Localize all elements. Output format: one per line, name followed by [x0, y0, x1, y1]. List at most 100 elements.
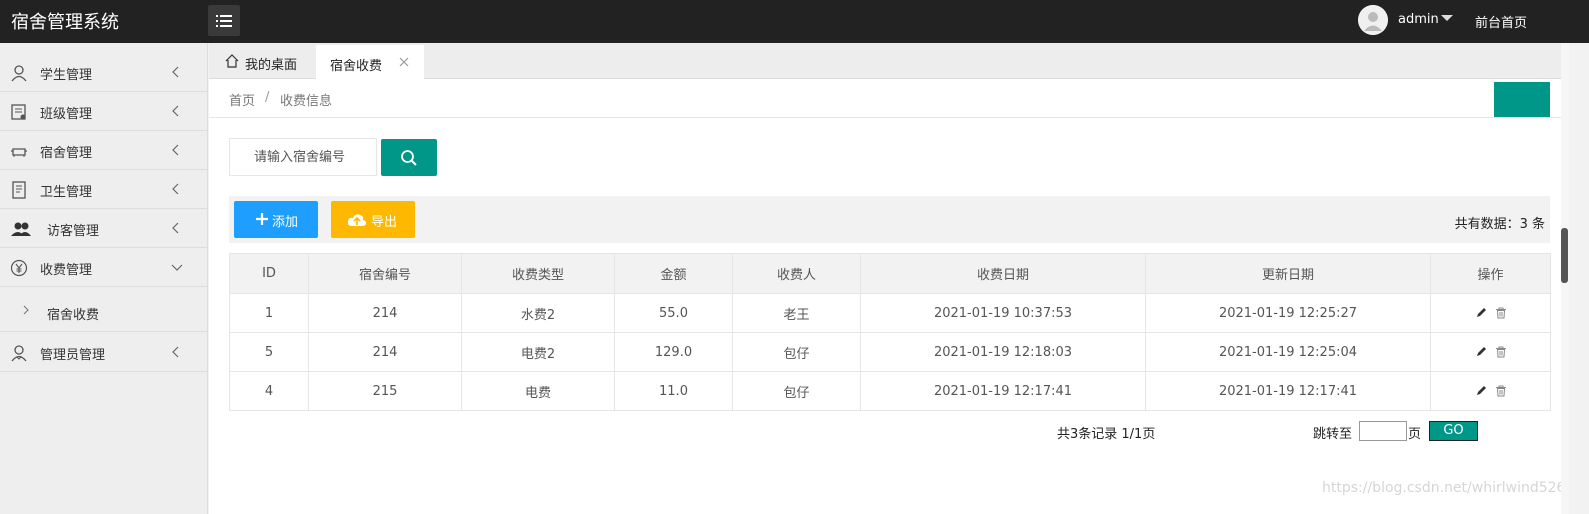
- table-header-row: ID 宿舍编号 收费类型 金额 收费人 收费日期 更新日期 操作: [229, 253, 1551, 294]
- admin-icon: [11, 345, 27, 362]
- actions-cell: [1430, 293, 1551, 333]
- tab-label: 宿舍收费: [330, 59, 383, 74]
- sidebar-item-label: 班级管理: [40, 107, 93, 122]
- go-button[interactable]: GO: [1429, 421, 1478, 441]
- sidebar-item-visitors[interactable]: 访客管理: [0, 209, 208, 248]
- app-title: 宿舍管理系统: [11, 12, 119, 33]
- sidebar-subitem-dorm-fees[interactable]: 宿舍收费: [0, 291, 208, 332]
- sidebar-item-label: 卫生管理: [40, 185, 93, 200]
- column-header: 宿舍编号: [308, 253, 462, 294]
- document-icon: [12, 181, 26, 199]
- table-cell: 215: [308, 371, 462, 411]
- table-cell: 214: [308, 293, 462, 333]
- sidebar-item-admins[interactable]: 管理员管理: [0, 333, 208, 372]
- table-cell: 11.0: [614, 371, 733, 411]
- sidebar-item-label: 管理员管理: [40, 348, 106, 363]
- sidebar-item-label: 访客管理: [47, 224, 100, 239]
- add-button-label: 添加: [272, 215, 299, 230]
- sidebar: 学生管理 班级管理 宿舍管理 卫生管理 访客管理 收费管理 宿舍收费 管理员管理: [0, 43, 208, 514]
- trash-icon[interactable]: [1495, 385, 1507, 397]
- users-icon: [11, 222, 31, 236]
- top-header: 宿舍管理系统 admin 前台首页: [0, 0, 1589, 43]
- user-icon: [11, 65, 27, 82]
- total-count: 共有数据：3 条: [1454, 217, 1545, 232]
- breadcrumb-separator: /: [265, 90, 270, 105]
- add-button[interactable]: 添加: [234, 201, 318, 238]
- table-cell: 包仔: [732, 371, 861, 411]
- table-row: 5 214 电费2 129.0 包仔 2021-01-19 12:18:03 2…: [229, 332, 1551, 372]
- sidebar-item-dorms[interactable]: 宿舍管理: [0, 131, 208, 170]
- close-icon[interactable]: [398, 56, 410, 68]
- column-header: 收费日期: [860, 253, 1146, 294]
- chevron-left-icon: [172, 66, 179, 78]
- column-header: 更新日期: [1145, 253, 1431, 294]
- tab-label: 我的桌面: [245, 58, 298, 73]
- chevron-left-icon: [172, 144, 179, 156]
- sofa-icon: [11, 148, 27, 157]
- table-cell: 214: [308, 332, 462, 372]
- sidebar-item-label: 收费管理: [40, 263, 93, 278]
- sidebar-item-classes[interactable]: 班级管理: [0, 92, 208, 131]
- table-cell: 2021-01-19 12:18:03: [860, 332, 1146, 372]
- breadcrumb-current: 收费信息: [280, 94, 333, 109]
- search-button[interactable]: [381, 139, 437, 176]
- edit-icon[interactable]: [1475, 346, 1487, 358]
- home-icon: [225, 54, 239, 68]
- table-cell: 电费: [461, 371, 615, 411]
- table-cell: 电费2: [461, 332, 615, 372]
- edit-icon[interactable]: [1475, 385, 1487, 397]
- menu-toggle-button[interactable]: [208, 5, 240, 36]
- column-header: 操作: [1430, 253, 1551, 294]
- table-row: 1 214 水费2 55.0 老王 2021-01-19 10:37:53 20…: [229, 293, 1551, 333]
- trash-icon[interactable]: [1495, 307, 1507, 319]
- actions-cell: [1430, 332, 1551, 372]
- plus-icon: [256, 213, 268, 225]
- tab-home[interactable]: 我的桌面: [218, 45, 316, 79]
- user-avatar-icon: [1358, 5, 1388, 35]
- cloud-upload-icon: [347, 214, 367, 226]
- chevron-right-icon: [23, 305, 29, 315]
- table-cell: 1: [229, 293, 309, 333]
- table-cell: 老王: [732, 293, 861, 333]
- class-icon: [11, 104, 26, 120]
- caret-down-icon[interactable]: [1441, 15, 1453, 21]
- trash-icon[interactable]: [1495, 346, 1507, 358]
- user-name[interactable]: admin: [1398, 12, 1439, 27]
- export-button[interactable]: 导出: [331, 201, 415, 238]
- table-cell: 水费2: [461, 293, 615, 333]
- tab-dorm-fees[interactable]: 宿舍收费: [316, 45, 424, 79]
- jump-page-input[interactable]: [1359, 421, 1407, 441]
- sidebar-item-students[interactable]: 学生管理: [0, 53, 208, 92]
- search-input[interactable]: [229, 138, 377, 176]
- actions-cell: [1430, 371, 1551, 411]
- table-cell: 2021-01-19 12:17:41: [1145, 371, 1431, 411]
- edit-icon[interactable]: [1475, 307, 1487, 319]
- main-content: 首页 / 收费信息 添加 导出 共有数据：3 条 ID 宿舍编号 收费类型 金额: [209, 79, 1561, 514]
- scrollbar-thumb[interactable]: [1561, 228, 1568, 283]
- column-header: 金额: [614, 253, 733, 294]
- avatar[interactable]: [1358, 5, 1388, 35]
- sidebar-item-hygiene[interactable]: 卫生管理: [0, 170, 208, 209]
- jump-label: 跳转至: [1313, 427, 1353, 442]
- list-icon: [216, 14, 232, 27]
- table-cell: 2021-01-19 12:25:27: [1145, 293, 1431, 333]
- sidebar-item-fees[interactable]: 收费管理: [0, 248, 208, 287]
- chevron-left-icon: [172, 222, 179, 234]
- column-header: 收费人: [732, 253, 861, 294]
- column-header: ID: [229, 253, 309, 294]
- table-cell: 2021-01-19 12:25:04: [1145, 332, 1431, 372]
- yen-icon: [10, 259, 28, 277]
- export-button-label: 导出: [371, 215, 398, 230]
- sidebar-item-label: 学生管理: [40, 68, 93, 83]
- front-home-link[interactable]: 前台首页: [1475, 12, 1527, 31]
- table-cell: 4: [229, 371, 309, 411]
- pager-info: 共3条记录 1/1页: [1057, 427, 1156, 442]
- watermark: https://blog.csdn.net/whirlwind526: [1322, 480, 1566, 496]
- page-unit: 页: [1408, 427, 1422, 442]
- chevron-left-icon: [172, 105, 179, 117]
- table-toolbar: 添加 导出 共有数据：3 条: [229, 196, 1550, 243]
- refresh-button[interactable]: [1494, 82, 1550, 117]
- table-cell: 包仔: [732, 332, 861, 372]
- breadcrumb-home[interactable]: 首页: [229, 90, 255, 109]
- table-cell: 55.0: [614, 293, 733, 333]
